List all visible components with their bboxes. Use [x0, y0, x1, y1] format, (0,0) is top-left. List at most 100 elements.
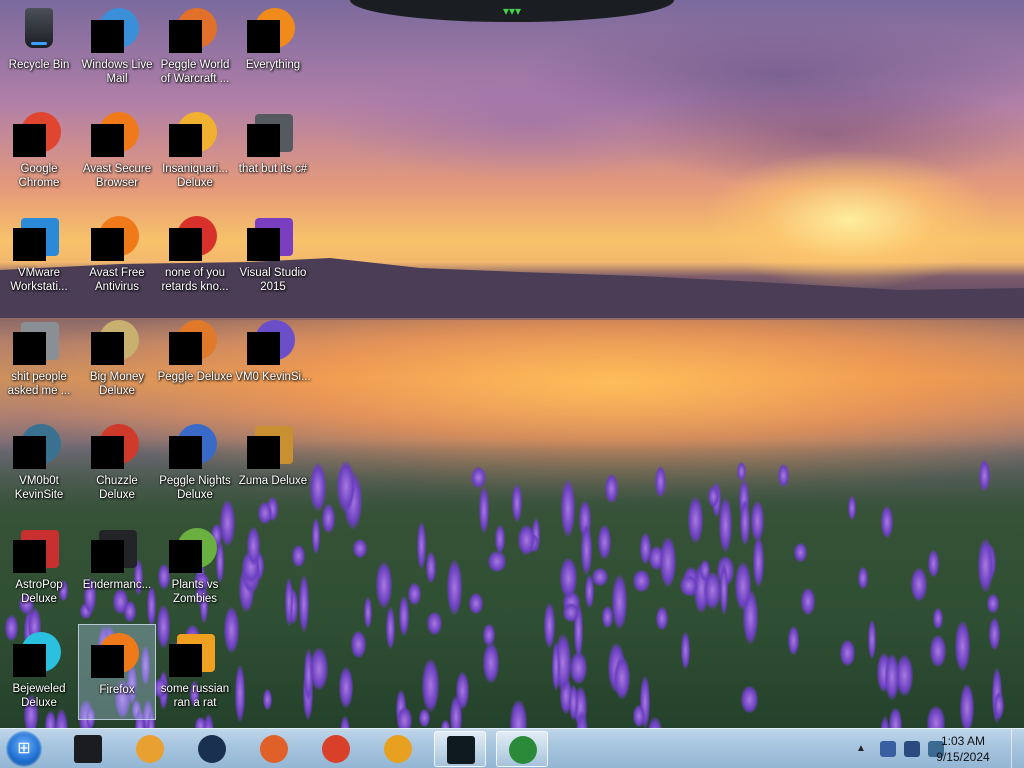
chuzzle-icon	[91, 422, 141, 470]
bejeweled-icon	[13, 630, 63, 678]
desktop-icon[interactable]: VM0b0t KevinSite	[0, 416, 78, 512]
shield-icon[interactable]	[880, 741, 896, 757]
lupine-flower	[543, 603, 555, 648]
desktop-icon[interactable]: Peggle Nights Deluxe	[156, 416, 234, 512]
desktop-icon-label: none of you retards kno...	[161, 267, 229, 293]
redaction-block	[169, 332, 202, 365]
lupine-flower	[928, 549, 939, 578]
task-manager-icon	[447, 736, 475, 764]
lupine-flower	[688, 497, 704, 543]
desktop-icon[interactable]: Big Money Deluxe	[78, 312, 156, 408]
lupine-flower	[309, 648, 328, 690]
desktop-icon[interactable]: Visual Studio 2015	[234, 208, 312, 304]
lupine-flower	[339, 666, 354, 708]
lupine-flower	[848, 495, 857, 521]
desktop-icon[interactable]: shit people asked me ...	[0, 312, 78, 408]
lupine-flower	[930, 634, 946, 667]
desktop-icon-label: VMware Workstati...	[10, 267, 68, 293]
redaction-block	[13, 644, 46, 677]
redaction-block	[247, 436, 280, 469]
taskbar-button[interactable]	[248, 731, 300, 767]
desktop-icon[interactable]: VM0 KevinSi...	[234, 312, 312, 408]
desktop-icon[interactable]: Firefox	[78, 624, 156, 720]
lupine-flower	[911, 567, 928, 601]
network-icon[interactable]	[904, 741, 920, 757]
redaction-block	[169, 540, 202, 573]
start-button[interactable]: ⊞	[6, 731, 42, 767]
desktop-icon[interactable]: Chuzzle Deluxe	[78, 416, 156, 512]
desktop-icon[interactable]: Avast Free Antivirus	[78, 208, 156, 304]
lupine-flower	[933, 607, 943, 630]
taskbar-button[interactable]	[62, 731, 114, 767]
lupine-flower	[680, 631, 690, 670]
show-desktop-button[interactable]	[1011, 729, 1024, 768]
desktop-icon[interactable]: some russian ran a rat	[156, 624, 234, 720]
lupine-flower	[418, 708, 431, 727]
peggle-nights-icon	[169, 422, 219, 470]
desktop-icon[interactable]: Windows Live Mail	[78, 0, 156, 96]
redaction-block	[247, 20, 280, 53]
windows-logo-icon: ⊞	[17, 740, 31, 757]
lupine-flower	[364, 597, 373, 628]
lupine-flower	[309, 463, 327, 512]
taskbar-button[interactable]	[310, 731, 362, 767]
lupine-flower	[511, 483, 523, 523]
lupine-flower	[478, 487, 489, 533]
lupine-flower	[740, 500, 750, 546]
ie-download-icon	[509, 736, 537, 764]
desktop-icon[interactable]: Recycle Bin	[0, 0, 78, 96]
redaction-block	[91, 228, 124, 261]
lupine-flower	[421, 659, 440, 712]
vm-bot-icon	[13, 422, 63, 470]
desktop-icon[interactable]: Peggle Deluxe	[156, 312, 234, 408]
gadget-indicator-icon: ▾▾▾	[502, 4, 522, 18]
lupine-flower	[680, 574, 699, 597]
desktop-icon[interactable]: that but its c#	[234, 104, 312, 200]
desktop-icon[interactable]: Endermanc...	[78, 520, 156, 616]
taskbar-button[interactable]	[496, 731, 548, 767]
desktop-icon[interactable]: Plants vs Zombies	[156, 520, 234, 616]
lupine-flower	[741, 686, 758, 714]
lupine-flower	[441, 719, 450, 728]
taskbar-button[interactable]	[124, 731, 176, 767]
desktop-icon[interactable]: Avast Secure Browser	[78, 104, 156, 200]
desktop-icon[interactable]: Bejeweled Deluxe	[0, 624, 78, 720]
lupine-flower	[986, 593, 999, 614]
taskbar-button[interactable]	[434, 731, 486, 767]
lupine-flower	[352, 539, 367, 559]
lupine-flower	[456, 672, 470, 709]
astropop-icon	[13, 526, 63, 574]
redaction-block	[91, 540, 124, 573]
show-hidden-icons-icon[interactable]: ▲	[856, 743, 872, 759]
redaction-block	[169, 228, 202, 261]
redaction-block	[91, 645, 124, 678]
taskbar-button[interactable]	[186, 731, 238, 767]
vm-shortcut-icon	[247, 318, 297, 366]
desktop-icon[interactable]: Everything	[234, 0, 312, 96]
clock-time: 1:03 AM	[940, 734, 986, 748]
system-clock[interactable]: 1:03 AM 9/15/2024	[928, 733, 998, 765]
desktop-icon[interactable]: VMware Workstati...	[0, 208, 78, 304]
lupine-flower	[292, 545, 305, 568]
desktop-icon-label: Recycle Bin	[8, 59, 70, 71]
desktop-icon[interactable]: Insaniquari... Deluxe	[156, 104, 234, 200]
lupine-flower	[426, 551, 436, 583]
redaction-block	[13, 540, 46, 573]
lupine-flower	[407, 583, 421, 605]
lupine-flower	[978, 538, 994, 593]
desktop-icon[interactable]: Zuma Deluxe	[234, 416, 312, 512]
desktop-icon-label: VM0 KevinSi...	[235, 371, 311, 383]
lupine-flower	[734, 561, 751, 610]
desktop-icon[interactable]: AstroPop Deluxe	[0, 520, 78, 616]
desktop-icon[interactable]: none of you retards kno...	[156, 208, 234, 304]
desktop-icon[interactable]: Google Chrome	[0, 104, 78, 200]
firefox-icon	[91, 631, 141, 679]
desktop-icon[interactable]: Peggle World of Warcraft ...	[156, 0, 234, 96]
redaction-block	[13, 436, 46, 469]
lupine-flower	[800, 587, 815, 616]
desktop-icon-label: Big Money Deluxe	[89, 371, 145, 397]
lupine-flower	[416, 521, 426, 570]
taskbar-button[interactable]	[372, 731, 424, 767]
lupine-flower	[376, 562, 392, 608]
lupine-flower	[993, 692, 1004, 720]
